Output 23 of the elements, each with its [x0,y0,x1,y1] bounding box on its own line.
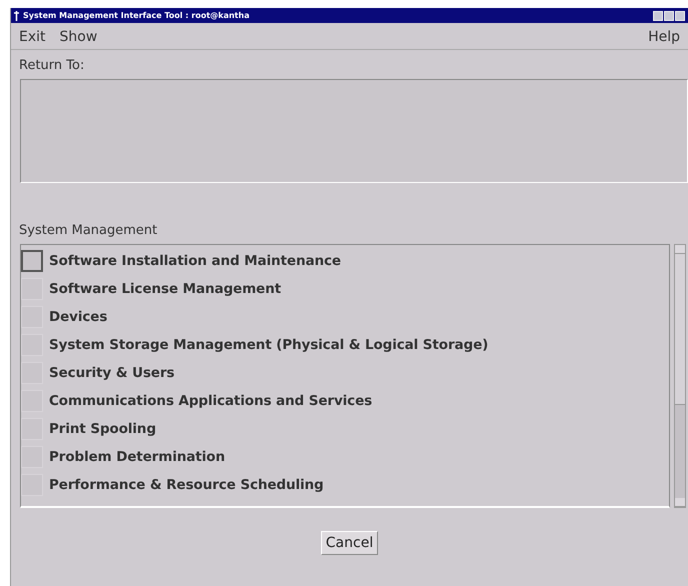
window-title: System Management Interface Tool : root@kantha [23,11,250,20]
list-item[interactable]: System Storage Management (Physical & Logical Storage) [49,337,488,353]
list-item[interactable]: Devices [49,309,108,325]
return-to-field[interactable] [20,79,688,183]
close-button[interactable] [675,10,685,20]
menu-item[interactable]: Help [648,29,680,49]
cancel-button[interactable]: Cancel [320,531,378,555]
minimize-button[interactable] [653,10,663,20]
list-item[interactable]: Print Spooling [49,421,156,437]
window-icon [14,10,19,20]
menu-item[interactable]: Show [60,29,98,49]
list-item[interactable]: Performance & Resource Scheduling [49,477,324,493]
section-label: System Management [18,222,158,240]
list-item[interactable]: Security & Users [49,365,174,381]
item-button[interactable] [21,250,43,272]
return-to-label: Return To: [18,57,86,75]
list-item[interactable]: Problem Determination [49,449,225,465]
scrollbar[interactable] [674,244,686,508]
list-item[interactable]: Software Installation and Maintenance [49,253,341,269]
menu-item[interactable]: Exit [19,29,46,49]
list-item[interactable]: Communications Applications and Services [49,393,372,409]
maximize-button[interactable] [664,10,674,20]
list-item[interactable]: Software License Management [49,281,281,297]
